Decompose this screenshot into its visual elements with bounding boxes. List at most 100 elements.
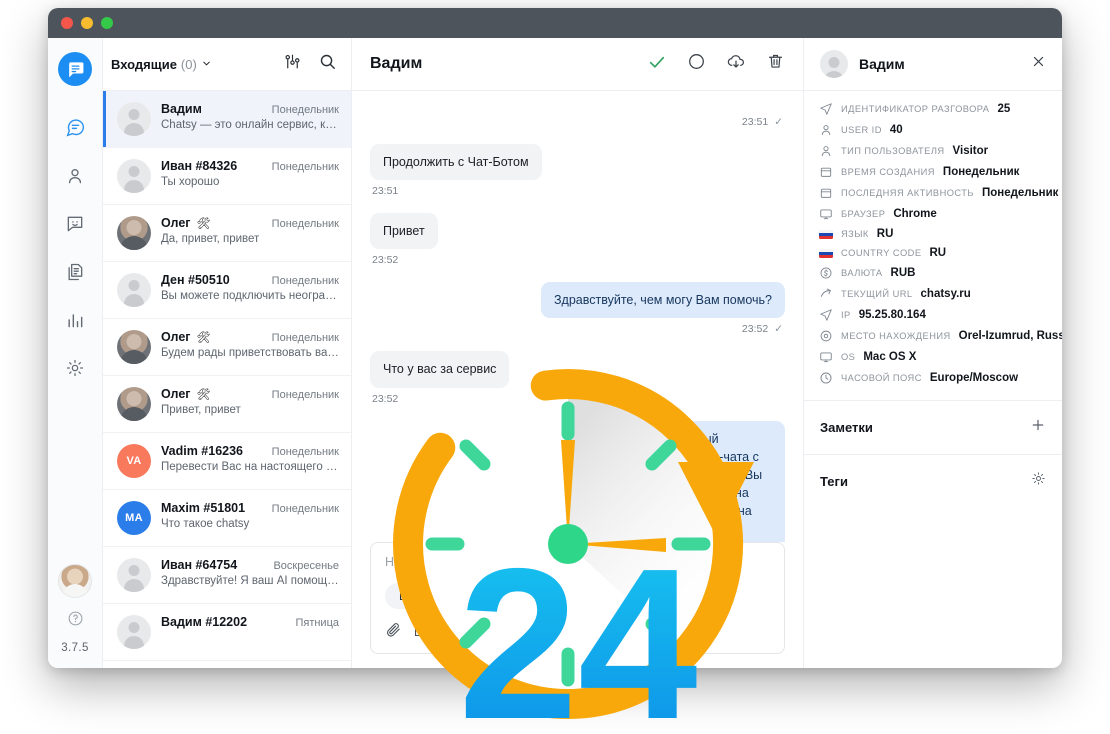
detail-field-label: Место нахождения xyxy=(841,331,951,341)
list-item[interactable]: Олег 🛠 Понедельник Будем рады приветствоват… xyxy=(103,319,351,376)
detail-field: Место нахождения Orel-Izumrud, Russia xyxy=(818,329,1062,343)
list-item-content: Олег 🛠 Понедельник Да, привет, привет xyxy=(161,216,339,250)
composer-tool-label[interactable]: Шаблоны xyxy=(414,625,467,639)
message-row: Chatsy — это онлайн сервис, который позв… xyxy=(370,420,785,542)
list-item[interactable]: Олег 🛠 Понедельник Привет, привет xyxy=(103,376,351,433)
user-icon xyxy=(818,144,833,158)
detail-field: Country Code RU xyxy=(818,247,1048,259)
quick-reply-chip[interactable]: Если вам xyxy=(385,583,466,609)
list-item-top: Олег 🛠 Понедельник xyxy=(161,216,339,230)
pin-icon xyxy=(818,329,833,343)
composer-tools: Шаблоны xyxy=(385,611,770,643)
operator-avatar[interactable] xyxy=(58,564,92,598)
sidebar-item-conversations[interactable] xyxy=(55,110,95,150)
paperclip-icon[interactable] xyxy=(385,621,402,643)
list-item-timestamp: Понедельник xyxy=(271,389,339,401)
trash-icon[interactable] xyxy=(766,52,785,76)
sidebar-item-settings[interactable] xyxy=(55,350,95,390)
list-item[interactable]: Вадим Понедельник Chatsy — это онлайн серв… xyxy=(103,91,351,148)
chevron-down-icon xyxy=(201,57,212,72)
detail-field: Текущий URL chatsy.ru xyxy=(818,287,1048,301)
message-meta: 23:52 ✓ xyxy=(742,323,783,335)
list-item-content: Иван #64754 Воскресенье Здравствуйте! Я ва… xyxy=(161,558,339,592)
documents-icon xyxy=(65,262,85,287)
list-item-content: Иван #84326 Понедельник Ты хорошо xyxy=(161,159,339,193)
inbox-selector[interactable]: Входящие (0) xyxy=(111,57,212,72)
message-bubble: Chatsy — это онлайн сервис, который позв… xyxy=(485,420,785,542)
detail-field-value: 25 xyxy=(997,103,1011,115)
chatsy-logo-icon[interactable] xyxy=(58,52,92,86)
detail-field: Идентификатор разговора 25 xyxy=(818,102,1048,116)
detail-field-value: RU xyxy=(876,228,894,240)
help-circle-icon[interactable] xyxy=(67,610,84,632)
list-item-content: Vadim #16236 Понедельник Перевести Вас на … xyxy=(161,444,339,478)
avatar xyxy=(117,159,151,193)
list-item[interactable]: Олег 🛠 Понедельник Да, привет, привет xyxy=(103,205,351,262)
message-composer[interactable]: Написать сообщение… Если вам Шаблоны xyxy=(370,542,785,654)
minimize-window-button[interactable] xyxy=(81,17,93,29)
detail-field-label: Последняя активность xyxy=(841,188,974,198)
plus-icon[interactable] xyxy=(1030,417,1046,438)
detail-field-label: Тип пользователя xyxy=(841,146,945,156)
cloud-download-icon[interactable] xyxy=(726,52,746,77)
message-time: 23:52 xyxy=(372,392,399,405)
detail-field-label: Country Code xyxy=(841,248,922,258)
sidebar-item-knowledge-base[interactable] xyxy=(55,254,95,294)
close-icon[interactable] xyxy=(1031,54,1046,74)
avatar xyxy=(117,216,151,250)
list-item-name: Олег xyxy=(161,216,191,230)
clock-icon xyxy=(818,371,833,385)
gear-icon[interactable] xyxy=(1031,471,1046,491)
sidebar-item-contacts[interactable] xyxy=(55,158,95,198)
detail-field-value: Понедельник xyxy=(942,166,1020,178)
list-item-preview: Chatsy — это онлайн сервис, кот… xyxy=(161,119,339,131)
detail-field-value: Orel-Izumrud, Russia xyxy=(958,330,1062,342)
sidebar-item-feedback[interactable] xyxy=(55,206,95,246)
list-item-timestamp: Пятница xyxy=(295,617,339,629)
list-item-content: Вадим Понедельник Chatsy — это онлайн серв… xyxy=(161,102,339,136)
detail-field-label: Идентификатор разговора xyxy=(841,104,990,114)
message-bubble: Продолжить с Чат-Ботом xyxy=(370,144,542,181)
message-bubble: Здравствуйте, чем могу Вам помочь? xyxy=(541,282,785,319)
avatar: MA xyxy=(117,501,151,535)
circle-status-icon[interactable] xyxy=(687,52,706,76)
maximize-window-button[interactable] xyxy=(101,17,113,29)
message-row: 23:51 ✓ xyxy=(370,99,785,140)
detail-field-label: Браузер xyxy=(841,209,886,219)
list-item-name: Maxim #51801 xyxy=(161,501,246,515)
detail-field: Последняя активность Понедельник xyxy=(818,186,1058,200)
message-list[interactable]: 23:51 ✓ Продолжить с Чат-Ботом 23:51 Привет 2… xyxy=(352,91,803,542)
list-item-top: Vadim #16236 Понедельник xyxy=(161,444,339,458)
check-resolve-icon[interactable] xyxy=(647,52,667,77)
avatar xyxy=(117,273,151,307)
list-item-preview: Что такое chatsy xyxy=(161,518,250,530)
detail-field: Язык RU xyxy=(818,228,1048,240)
chat-header: Вадим xyxy=(352,38,803,91)
chat-actions xyxy=(647,52,785,77)
list-item[interactable]: Вадим #12202 Пятница xyxy=(103,604,351,661)
list-item-top: Иван #64754 Воскресенье xyxy=(161,558,339,572)
list-item[interactable]: Иван #64754 Воскресенье Здравствуйте! Я ва… xyxy=(103,547,351,604)
chat-bubble-icon xyxy=(65,117,86,143)
list-item[interactable]: MA Maxim #51801 Понедельник Что такое chats… xyxy=(103,490,351,547)
link-icon xyxy=(818,287,833,301)
details-section: Теги xyxy=(804,454,1062,507)
detail-field-value: Понедельник xyxy=(981,187,1059,199)
conversation-list[interactable]: Вадим Понедельник Chatsy — это онлайн серв… xyxy=(103,91,351,668)
list-item[interactable]: Иван #84326 Понедельник Ты хорошо xyxy=(103,148,351,205)
detail-field: Браузер Chrome xyxy=(818,207,1048,221)
list-item-name: Олег xyxy=(161,330,191,344)
list-item[interactable]: Ден #50510 Понедельник Вы можете подключит… xyxy=(103,262,351,319)
list-item-preview: Да, привет, привет xyxy=(161,233,260,245)
message-meta: 23:51 ✓ xyxy=(742,116,783,128)
send-icon xyxy=(818,102,833,116)
filter-sliders-icon[interactable] xyxy=(283,52,302,76)
list-item-name: Vadim #16236 xyxy=(161,444,244,458)
close-window-button[interactable] xyxy=(61,17,73,29)
list-item-preview: Привет, привет xyxy=(161,404,241,416)
list-item[interactable]: VA Vadim #16236 Понедельник Перевести Вас н… xyxy=(103,433,351,490)
list-item-preview: Перевести Вас на настоящего о… xyxy=(161,461,339,473)
details-contact-name: Вадим xyxy=(859,56,905,72)
search-icon[interactable] xyxy=(318,52,337,76)
sidebar-item-analytics[interactable] xyxy=(55,302,95,342)
